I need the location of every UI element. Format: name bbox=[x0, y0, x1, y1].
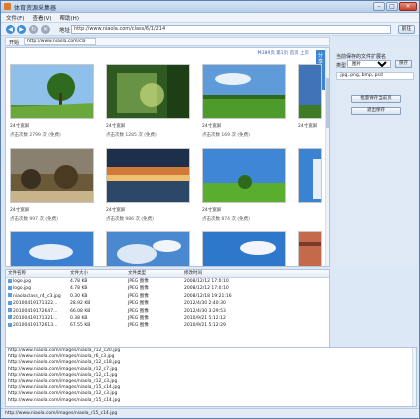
thumb-caption[interactable]: 24寸宽屏 bbox=[298, 123, 322, 129]
save-button[interactable]: 保存 bbox=[395, 60, 412, 68]
ext-heading: 当前保存的文件扩展名 bbox=[336, 54, 387, 60]
go-button[interactable]: 前往 bbox=[398, 25, 415, 34]
file-list-header: 文件名称 文件大小 文件类型 修改时间 bbox=[6, 270, 329, 278]
thumb-card[interactable]: 24寸宽屏 点击次数 169 次 (免费) bbox=[202, 64, 292, 138]
image-file-icon bbox=[8, 300, 12, 305]
table-row[interactable]: 20100419172613... 67.55 KB JPEG 图像 2010/9/… bbox=[6, 322, 329, 329]
thumbnail-image[interactable] bbox=[10, 231, 94, 266]
list-item[interactable]: http://www.niaola.com/images/niaola_r15_… bbox=[6, 398, 416, 404]
thumb-card[interactable]: 24寸宽屏 点击次数 874 次 (免费) bbox=[202, 148, 292, 222]
thumb-meta: 点击次数 2799 次 (免费) bbox=[10, 133, 61, 138]
thumb-meta: 点击次数 997 次 (免费) bbox=[10, 217, 58, 222]
thumbnail-image[interactable] bbox=[10, 148, 94, 203]
thumbnail-image[interactable] bbox=[202, 64, 286, 119]
type-label: 类型 bbox=[336, 63, 347, 69]
main-window: 体育资源采集器 – □ ✕ 文件(F) 查看(V) 帮助(H) ◀ ▶ ↻ ✕ … bbox=[0, 0, 420, 419]
thumbnail-image[interactable] bbox=[298, 148, 322, 203]
thumb-caption[interactable]: 24寸宽屏 bbox=[106, 207, 196, 213]
toolbar: ◀ ▶ ↻ ✕ 地址 http://www.niaola.com/class/6… bbox=[1, 23, 419, 36]
thumbnail-image[interactable] bbox=[298, 64, 322, 119]
table-row[interactable]: niaolaclass_r4_c3.jpg 0.30 KB JPEG 图像 2008… bbox=[6, 293, 329, 300]
title-bar: 体育资源采集器 – □ ✕ bbox=[1, 1, 419, 13]
thumb-card[interactable] bbox=[202, 231, 292, 266]
table-row[interactable]: logo.jpg 4.78 KB JPEG 图像 2008/12/12 17:0:1… bbox=[6, 285, 329, 292]
thumbnail-image[interactable] bbox=[106, 148, 190, 203]
minimize-button[interactable]: – bbox=[373, 2, 385, 11]
thumbnail-image[interactable] bbox=[202, 231, 286, 266]
thumb-card[interactable]: 24寸宽屏 点击次数 986 次 (免费) bbox=[106, 148, 196, 222]
thumb-card[interactable] bbox=[10, 231, 100, 266]
table-row[interactable]: 20100419172647... 66.08 KB JPEG 图像 2012/4/… bbox=[6, 308, 329, 315]
table-row[interactable]: logo.jpg 4.78 KB JPEG 图像 2008/12/12 17:0:1… bbox=[6, 278, 329, 285]
image-file-icon bbox=[8, 278, 12, 283]
pager[interactable]: 共389页 第1页 首页 上页 bbox=[257, 50, 309, 56]
table-row[interactable]: 20100419171322... 28.92 KB JPEG 图像 2012/4/… bbox=[6, 300, 329, 307]
table-row[interactable]: 20100419171321... 0.38 KB JPEG 图像 2010/9/2… bbox=[6, 315, 329, 322]
col-name[interactable]: 文件名称 bbox=[6, 270, 68, 277]
thumbnail-image[interactable] bbox=[106, 231, 190, 266]
thumb-caption[interactable]: 24寸宽屏 bbox=[202, 207, 292, 213]
col-time[interactable]: 修改时间 bbox=[182, 270, 272, 277]
status-bar: http://www.niaola.com/images/niaola_r15_… bbox=[1, 408, 419, 418]
browser-view[interactable]: 共389页 第1页 首页 上页 分享 24寸宽屏 点击次数 2799 次 (免费… bbox=[5, 47, 330, 267]
file-list: 文件名称 文件大小 文件类型 修改时间 logo.jpg 4.78 KB JPEG… bbox=[5, 269, 330, 349]
app-icon bbox=[4, 3, 11, 10]
browser-scrollbar[interactable] bbox=[325, 48, 329, 266]
thumb-meta: 点击次数 1285 次 (免费) bbox=[106, 133, 157, 138]
image-file-icon bbox=[8, 285, 12, 290]
thumb-caption[interactable]: 24寸宽屏 bbox=[10, 123, 100, 129]
window-title: 体育资源采集器 bbox=[14, 5, 57, 12]
thumbnail-image[interactable] bbox=[298, 231, 322, 266]
extension-input[interactable]: .jpg,.png,.bmp,.psd bbox=[336, 72, 414, 80]
start-url-input[interactable]: http://www.niaola.com/cla bbox=[24, 38, 96, 45]
thumb-card[interactable]: 24寸宽屏 bbox=[298, 64, 322, 129]
log-list[interactable]: http://www.niaola.com/images/niaola_r12_… bbox=[5, 347, 417, 407]
refresh-icon[interactable]: ↻ bbox=[29, 25, 38, 34]
exit-save-button[interactable]: 退出保存 bbox=[351, 107, 401, 115]
log-scrollbar[interactable] bbox=[412, 348, 416, 406]
close-button[interactable]: ✕ bbox=[399, 2, 417, 11]
forward-arrow-icon[interactable]: ▶ bbox=[17, 25, 26, 34]
image-file-icon bbox=[8, 293, 12, 298]
stop-icon[interactable]: ✕ bbox=[41, 25, 50, 34]
thumb-card[interactable] bbox=[106, 231, 196, 266]
thumbnail-image[interactable] bbox=[202, 148, 286, 203]
thumbnail-image[interactable] bbox=[10, 64, 94, 119]
menu-bar: 文件(F) 查看(V) 帮助(H) bbox=[1, 13, 419, 23]
menu-help[interactable]: 帮助(H) bbox=[60, 14, 79, 22]
col-size[interactable]: 文件大小 bbox=[68, 270, 126, 277]
thumb-meta: 点击次数 874 次 (免费) bbox=[202, 217, 250, 222]
batch-save-button[interactable]: 批量保存当前页 bbox=[351, 95, 401, 103]
address-label: 地址 bbox=[59, 28, 71, 34]
back-arrow-icon[interactable]: ◀ bbox=[6, 25, 15, 34]
side-panel: 当前保存的文件扩展名 类型 图片 保存 .jpg,.png,.bmp,.psd … bbox=[333, 47, 417, 267]
thumb-card[interactable] bbox=[298, 231, 322, 266]
thumb-meta: 点击次数 169 次 (免费) bbox=[202, 133, 250, 138]
thumb-card[interactable] bbox=[298, 148, 322, 203]
image-file-icon bbox=[8, 308, 12, 313]
thumbnail-image[interactable] bbox=[106, 64, 190, 119]
address-input[interactable]: http://www.niaola.com/class/6/1/214 bbox=[71, 25, 391, 34]
thumb-card[interactable]: 24寸宽屏 点击次数 2799 次 (免费) bbox=[10, 64, 100, 138]
image-file-icon bbox=[8, 315, 12, 320]
thumb-caption[interactable]: 24寸宽屏 bbox=[106, 123, 196, 129]
thumb-card[interactable]: 24寸宽屏 点击次数 1285 次 (免费) bbox=[106, 64, 196, 138]
thumb-meta: 点击次数 986 次 (免费) bbox=[106, 217, 154, 222]
maximize-button[interactable]: □ bbox=[386, 2, 398, 11]
type-select[interactable]: 图片 bbox=[347, 60, 391, 68]
thumb-caption[interactable]: 24寸宽屏 bbox=[10, 207, 100, 213]
start-label: 开始 bbox=[9, 40, 20, 46]
menu-view[interactable]: 查看(V) bbox=[32, 14, 51, 22]
start-bar: 开始 http://www.niaola.com/cla bbox=[5, 37, 330, 46]
image-file-icon bbox=[8, 322, 12, 327]
thumb-caption[interactable]: 24寸宽屏 bbox=[202, 123, 292, 129]
thumb-card[interactable]: 24寸宽屏 点击次数 997 次 (免费) bbox=[10, 148, 100, 222]
menu-file[interactable]: 文件(F) bbox=[6, 14, 24, 22]
col-type[interactable]: 文件类型 bbox=[126, 270, 182, 277]
